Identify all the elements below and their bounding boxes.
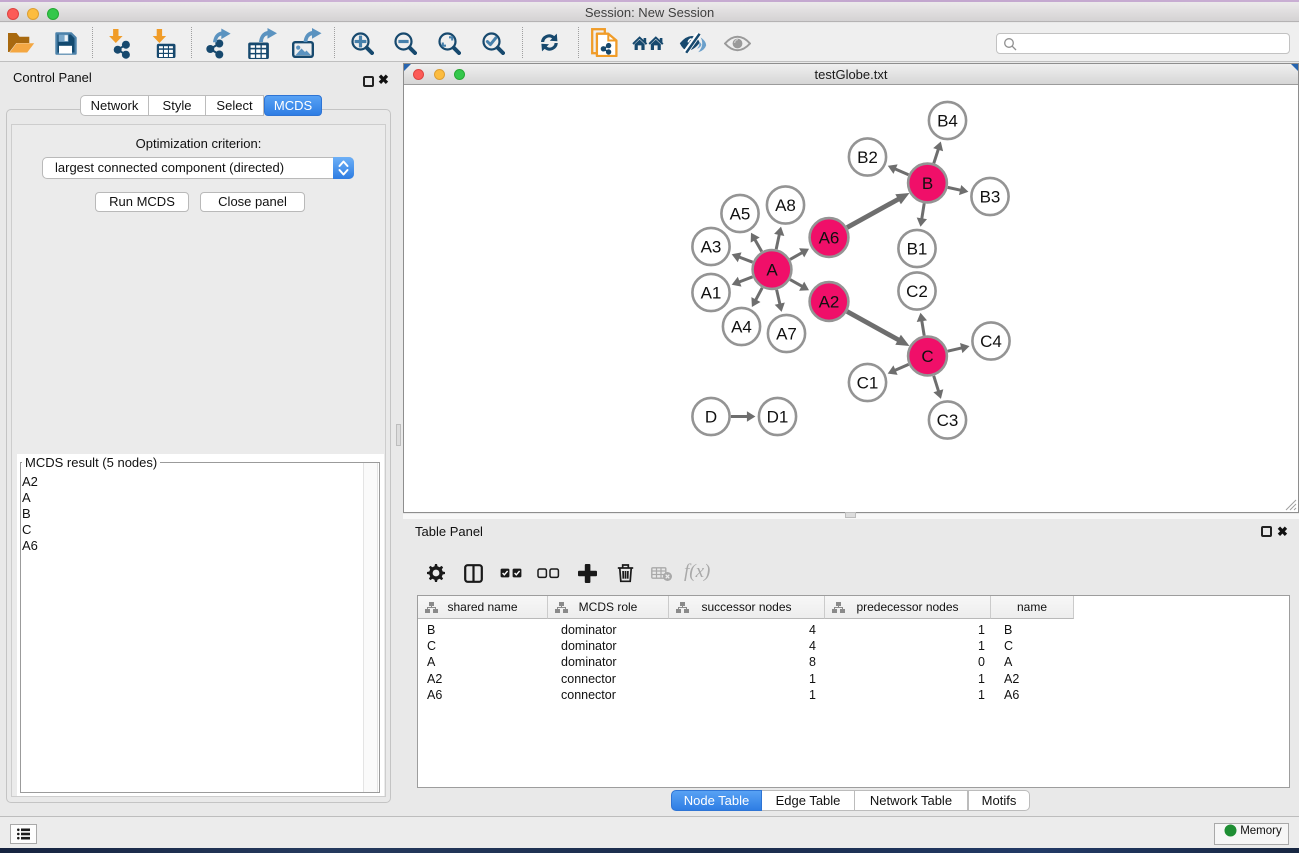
svg-text:B4: B4 — [937, 112, 958, 131]
svg-text:C1: C1 — [857, 374, 879, 393]
svg-text:B2: B2 — [857, 148, 878, 167]
svg-text:A4: A4 — [731, 318, 752, 337]
svg-text:A8: A8 — [775, 196, 796, 215]
svg-text:D1: D1 — [767, 408, 789, 427]
svg-text:C2: C2 — [906, 282, 928, 301]
svg-text:D: D — [705, 408, 717, 427]
svg-text:A5: A5 — [730, 205, 751, 224]
svg-text:C4: C4 — [980, 332, 1002, 351]
svg-text:B1: B1 — [907, 240, 928, 259]
svg-text:A7: A7 — [776, 325, 797, 344]
svg-text:A2: A2 — [819, 293, 840, 312]
svg-text:B3: B3 — [980, 188, 1001, 207]
svg-text:B: B — [922, 174, 933, 193]
svg-text:A1: A1 — [701, 284, 722, 303]
svg-text:A: A — [766, 261, 778, 280]
svg-text:C: C — [921, 347, 933, 366]
svg-text:A6: A6 — [819, 229, 840, 248]
svg-text:C3: C3 — [937, 411, 959, 430]
svg-text:A3: A3 — [701, 238, 722, 257]
